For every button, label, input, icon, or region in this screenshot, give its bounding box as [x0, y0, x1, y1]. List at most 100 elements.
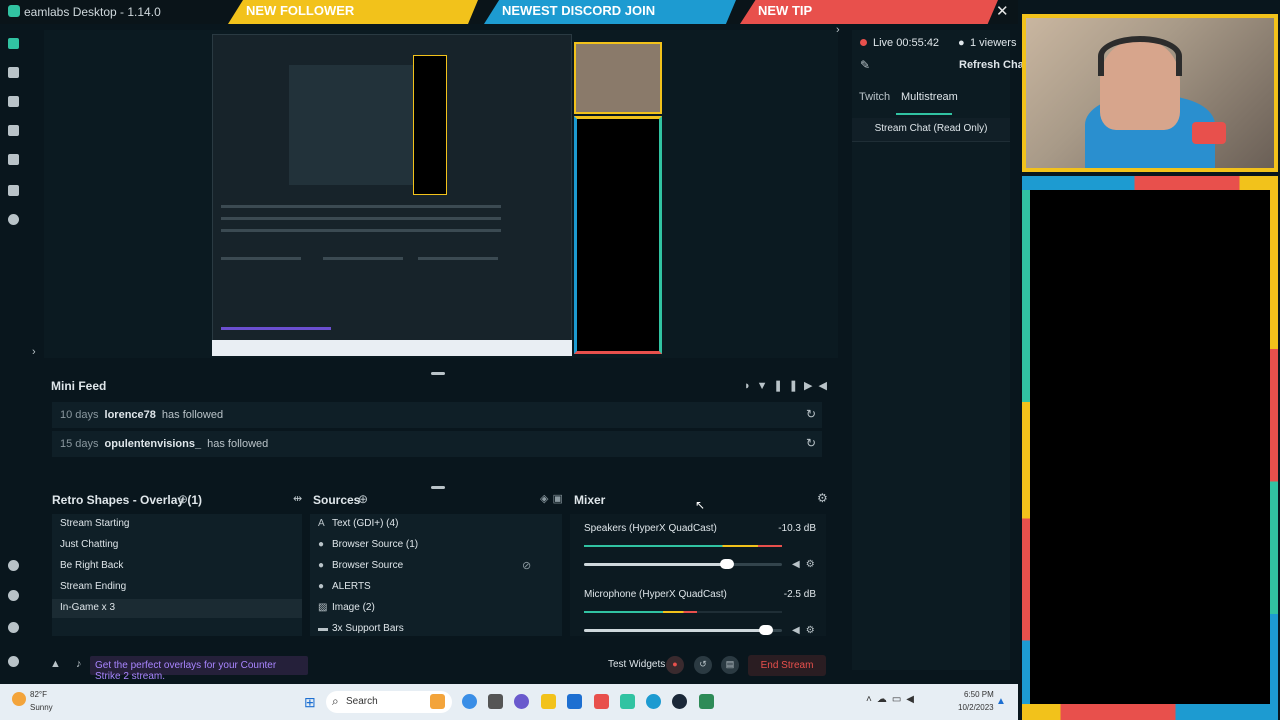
profile-icon[interactable]	[8, 656, 19, 667]
resize-handle[interactable]	[431, 486, 445, 489]
store-app-icon[interactable]	[567, 694, 582, 709]
end-stream-button[interactable]: End Stream	[748, 655, 826, 676]
gear-icon[interactable]: ⚙	[806, 559, 821, 570]
collapse-right-arrow-icon[interactable]: ›	[836, 24, 840, 36]
bell-icon[interactable]: ♪	[76, 658, 82, 670]
group-icon[interactable]: ◈	[540, 493, 552, 505]
settings-icon[interactable]	[8, 622, 19, 633]
edge-browser-icon[interactable]	[646, 694, 661, 709]
source-item[interactable]: A Text (GDI+) (4)	[318, 515, 558, 534]
promo-notification[interactable]: Get the perfect overlays for your Counte…	[90, 656, 308, 682]
tab-multistream[interactable]: Multistream	[901, 91, 958, 103]
volume-meter	[584, 545, 782, 547]
volume-slider-knob[interactable]	[759, 625, 774, 635]
speaker-icon[interactable]: ◀	[906, 694, 919, 705]
widgets-icon[interactable]	[430, 694, 445, 709]
scene-item-active[interactable]: In-Game x 3	[52, 599, 302, 618]
replay-buffer-button[interactable]: ↺	[694, 656, 712, 674]
gear-icon[interactable]: ⚙	[806, 625, 821, 636]
refresh-chat-button[interactable]: Refresh Chat	[959, 59, 1027, 71]
copilot-icon[interactable]	[462, 694, 477, 709]
gear-icon[interactable]: ⚙	[817, 491, 828, 505]
tab-twitch[interactable]: Twitch	[859, 91, 890, 103]
pencil-icon[interactable]: ✎	[860, 58, 870, 72]
studio-mode-icon[interactable]	[8, 560, 19, 571]
source-toolbar[interactable]: ◈▣	[540, 492, 567, 505]
clock-date[interactable]: 10/2/2023	[958, 703, 994, 712]
network-icon[interactable]: ▭	[892, 694, 906, 705]
split-view-icon[interactable]: ⇹	[293, 492, 302, 505]
sources-title: Sources	[313, 493, 361, 507]
file-explorer-icon[interactable]	[541, 694, 556, 709]
hidden-eye-icon[interactable]: ⊘	[522, 559, 531, 572]
task-view-icon[interactable]	[488, 694, 503, 709]
feed-user[interactable]: opulentenvisions_	[105, 438, 202, 450]
brave-browser-icon[interactable]	[594, 694, 609, 709]
resize-handle[interactable]	[431, 372, 445, 375]
channel-controls[interactable]: ◀⚙	[792, 625, 821, 636]
scene-item[interactable]: Stream Ending	[52, 578, 302, 597]
weather-sun-icon[interactable]	[12, 692, 26, 706]
search-icon: ⌕	[332, 694, 339, 708]
source-item[interactable]: ▨ Image (2)	[318, 599, 558, 618]
editor-icon[interactable]	[8, 38, 19, 49]
overlay-color-bar-left	[1022, 190, 1030, 720]
globe-icon: ●	[318, 560, 325, 571]
schedule-button[interactable]: ▤	[721, 656, 739, 674]
source-item[interactable]: ▬ 3x Support Bars	[318, 620, 558, 639]
channel-controls[interactable]: ◀⚙	[792, 559, 821, 570]
xbox-icon[interactable]	[699, 694, 714, 709]
volume-meter-fill	[584, 545, 782, 547]
scene-item[interactable]: Stream Starting	[52, 515, 302, 534]
store-icon[interactable]	[8, 154, 19, 165]
source-item[interactable]: ● Browser Source (1)	[318, 536, 558, 555]
new-follower-banner: NEW FOLLOWER	[228, 0, 478, 24]
layout-icon[interactable]	[8, 67, 19, 78]
add-source-icon[interactable]: ⊕	[358, 492, 368, 506]
shield-icon[interactable]: ◗	[744, 380, 757, 392]
highlighter-icon[interactable]	[8, 590, 19, 601]
speaker-icon[interactable]: ◀	[792, 625, 806, 636]
skip-icon[interactable]: ▶	[804, 380, 818, 392]
speaker-icon[interactable]: ◀	[792, 559, 806, 570]
source-item[interactable]: ● ALERTS	[318, 578, 558, 597]
pause-icon[interactable]: ❚❚	[774, 380, 804, 392]
chevron-up-icon[interactable]: ˄	[866, 694, 877, 705]
close-icon[interactable]: ✕	[996, 2, 1009, 20]
volume-slider[interactable]	[584, 625, 782, 635]
filter-icon[interactable]: ▼	[757, 380, 774, 392]
expand-left-arrow-icon[interactable]: ›	[32, 346, 36, 358]
clock-time[interactable]: 6:50 PM	[964, 690, 994, 699]
themes-icon[interactable]	[8, 185, 19, 196]
minifeed-controls[interactable]: ◗▼❚❚▶◀	[744, 379, 833, 392]
cloud-icon[interactable]: ☁	[877, 694, 892, 705]
dashboard-icon[interactable]	[8, 96, 19, 107]
thumbs-up-icon[interactable]: ▲	[50, 658, 61, 670]
tools-icon[interactable]	[8, 125, 19, 136]
record-button[interactable]: ●	[666, 656, 684, 674]
streamlabs-taskbar-icon[interactable]	[620, 694, 635, 709]
replay-icon[interactable]: ↻	[806, 407, 816, 421]
replay-icon[interactable]: ↻	[806, 436, 816, 450]
source-label: Image (2)	[332, 602, 375, 613]
add-scene-icon[interactable]: ⊕	[178, 492, 188, 506]
windows-start-icon[interactable]: ⊞	[304, 694, 316, 711]
weather-condition[interactable]: Sunny	[30, 703, 53, 712]
viewers-icon: ●	[958, 37, 965, 49]
apps-icon[interactable]	[8, 214, 19, 225]
volume-icon[interactable]: ◀	[818, 380, 832, 392]
feed-user[interactable]: lorence78	[105, 409, 156, 421]
scene-item[interactable]: Be Right Back	[52, 557, 302, 576]
weather-temperature[interactable]: 82°F	[30, 690, 47, 699]
scene-item[interactable]: Just Chatting	[52, 536, 302, 555]
folder-icon[interactable]: ▣	[552, 493, 566, 505]
steam-icon[interactable]	[672, 694, 687, 709]
system-tray[interactable]: ˄☁▭◀	[866, 694, 919, 705]
viewer-count: 1 viewers	[970, 37, 1017, 49]
volume-slider-knob[interactable]	[719, 559, 734, 569]
chat-app-icon[interactable]	[514, 694, 529, 709]
volume-slider[interactable]	[584, 559, 782, 569]
notification-bell-icon[interactable]: ▲	[996, 696, 1006, 707]
test-widgets-label[interactable]: Test Widgets	[608, 659, 665, 670]
preview-screen-capture	[212, 34, 572, 356]
